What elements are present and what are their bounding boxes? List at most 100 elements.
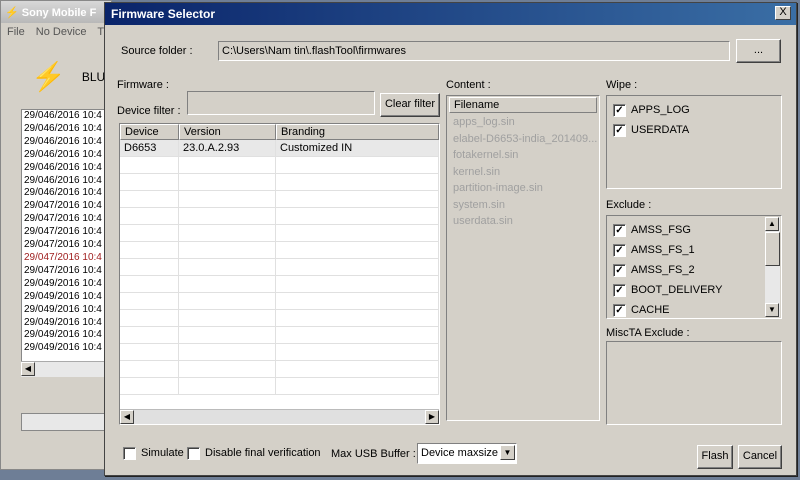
table-cell-empty [179,310,276,327]
firmware-label: Firmware : [117,79,169,91]
checkbox-checked-icon[interactable]: ✓ [613,103,626,117]
cell-branding: Customized IN [276,140,439,157]
table-row-empty [120,310,439,327]
checkbox-checked-icon[interactable]: ✓ [613,123,626,137]
disable-verification-checkbox[interactable]: Disable final verification [187,443,321,463]
log-line: 29/046/2016 10:4 [24,161,102,173]
table-header: Device Version Branding [120,124,439,140]
log-line: 29/046/2016 10:4 [24,174,102,186]
checkbox-checked-icon[interactable]: ✓ [613,243,626,257]
table-cell-empty [120,293,179,310]
table-cell-empty [276,293,439,310]
device-filter-label: Device filter : [117,105,181,117]
exclude-scrollbar[interactable]: ▲ ▼ [765,217,780,317]
log-line: 29/049/2016 10:4 [24,329,102,341]
cancel-button[interactable]: Cancel [738,445,782,469]
dialog-title: Firmware Selector [105,3,796,25]
exclude-item-amss-fs-1[interactable]: ✓ AMSS_FS_1 [613,240,775,260]
chevron-down-icon[interactable]: ▼ [500,445,515,460]
menu-file[interactable]: File [7,26,25,38]
flash-bolt-icon[interactable]: ⚡ [31,63,66,91]
table-cell-empty [179,157,276,174]
exclude-item-boot-delivery[interactable]: ✓ BOOT_DELIVERY [613,280,775,300]
content-list: Filename apps_log.sin elabel-D6653-india… [446,95,600,421]
table-row-empty [120,191,439,208]
table-cell-empty [276,225,439,242]
checkbox-checked-icon[interactable]: ✓ [613,283,626,297]
scroll-left-icon[interactable]: ◀ [120,410,134,424]
checkbox-checked-icon[interactable]: ✓ [613,223,626,237]
clear-filter-button[interactable]: Clear filter [380,93,440,117]
bg-window-title: ⚡ Sony Mobile F [1,1,111,23]
table-row-empty [120,242,439,259]
table-cell-empty [276,259,439,276]
close-button[interactable]: X [775,6,791,20]
list-item[interactable]: apps_log.sin [447,114,599,131]
table-cell-empty [179,344,276,361]
table-row[interactable]: D6653 23.0.A.2.93 Customized IN [120,140,439,157]
column-version[interactable]: Version [179,124,276,140]
source-folder-field[interactable]: C:\Users\Nam tin\.flashTool\firmwares [218,41,730,61]
log-line: 29/047/2016 10:4 [24,239,102,251]
list-item[interactable]: system.sin [447,197,599,214]
table-cell-empty [120,327,179,344]
bg-log-scrollbar[interactable]: ◀ [21,361,113,377]
log-line: 29/046/2016 10:4 [24,135,102,147]
source-folder-label: Source folder : [121,45,193,57]
scroll-down-icon[interactable]: ▼ [765,303,779,317]
device-filter-input[interactable] [187,91,375,115]
firmware-selector-dialog: Firmware Selector X Source folder : C:\U… [104,2,797,476]
menu-no-device[interactable]: No Device [36,26,87,38]
usb-buffer-label: Max USB Buffer : [331,448,416,460]
scroll-up-icon[interactable]: ▲ [765,217,779,231]
checkbox-checked-icon[interactable]: ✓ [613,303,626,317]
list-item[interactable]: userdata.sin [447,213,599,230]
wipe-item-apps-log[interactable]: ✓ APPS_LOG [613,100,775,120]
log-line: 29/049/2016 10:4 [24,290,102,302]
column-device[interactable]: Device [120,124,179,140]
bg-menubar: File No Device T [1,23,111,41]
scroll-right-icon[interactable]: ▶ [425,410,439,424]
bg-progress-bar [21,413,113,431]
table-cell-empty [120,191,179,208]
table-cell-empty [179,293,276,310]
scroll-left-icon[interactable]: ◀ [21,362,35,376]
table-cell-empty [120,276,179,293]
wipe-list: ✓ APPS_LOG ✓ USERDATA [606,95,782,189]
checkbox-empty-icon[interactable] [187,446,200,460]
table-hscrollbar[interactable]: ◀ ▶ [120,409,439,424]
list-item[interactable]: fotakernel.sin [447,147,599,164]
list-item[interactable]: partition-image.sin [447,180,599,197]
exclude-item-amss-fsg[interactable]: ✓ AMSS_FSG [613,220,775,240]
scroll-thumb[interactable] [765,232,780,266]
list-item[interactable]: elabel-D6653-india_201409... [447,131,599,148]
bg-log-area: 29/046/2016 10:4 29/046/2016 10:4 29/046/2… [21,109,113,377]
exclude-item-amss-fs-2[interactable]: ✓ AMSS_FS_2 [613,260,775,280]
log-line: 29/047/2016 10:4 [24,264,102,276]
simulate-checkbox[interactable]: Simulate [123,443,184,463]
table-cell-empty [179,191,276,208]
flash-button[interactable]: Flash [697,445,733,469]
log-line: 29/049/2016 10:4 [24,277,102,289]
table-cell-empty [276,310,439,327]
usb-buffer-select[interactable]: Device maxsize ▼ [417,443,517,464]
table-cell-empty [179,174,276,191]
bg-device-label: BLU [81,70,106,84]
exclude-item-cache[interactable]: ✓ CACHE [613,300,775,320]
log-line: 29/049/2016 10:4 [24,342,102,354]
table-cell-empty [120,208,179,225]
table-row-empty [120,208,439,225]
background-window: ⚡ Sony Mobile F File No Device T ⚡ BLU 2… [0,0,113,470]
wipe-item-userdata[interactable]: ✓ USERDATA [613,120,775,140]
log-line: 29/047/2016 10:4 [24,200,102,212]
filename-header[interactable]: Filename [449,97,597,113]
log-line: 29/049/2016 10:4 [24,303,102,315]
table-row-empty [120,157,439,174]
table-cell-empty [120,259,179,276]
table-row-empty [120,293,439,310]
checkbox-empty-icon[interactable] [123,446,136,460]
checkbox-checked-icon[interactable]: ✓ [613,263,626,277]
browse-button[interactable]: ... [736,39,781,63]
list-item[interactable]: kernel.sin [447,164,599,181]
column-branding[interactable]: Branding [276,124,439,140]
